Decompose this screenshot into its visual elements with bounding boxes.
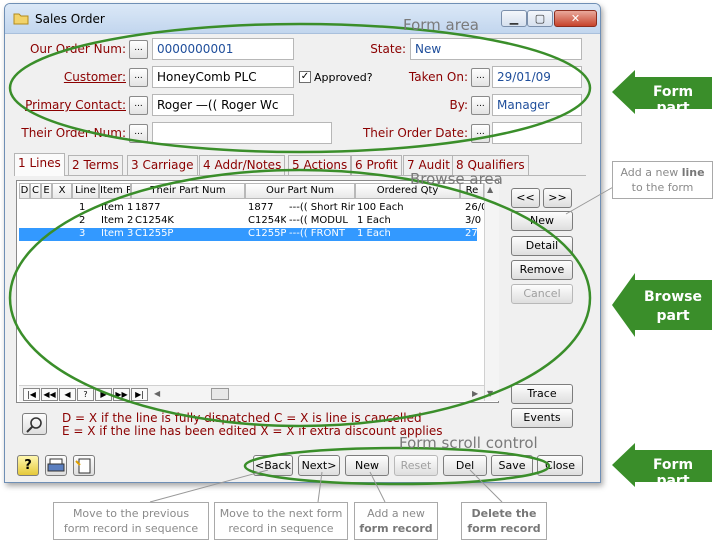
- annotation-overlay: [8, 22, 712, 503]
- callout-line-prev: [149, 469, 269, 503]
- form-area-title: Form area: [403, 16, 480, 34]
- callout-text: Move to the previous: [72, 507, 190, 520]
- callout-text: form record in sequence: [63, 522, 199, 535]
- callout-add-new-line: Add a new line to the form: [612, 161, 713, 199]
- callout-delete-record: Delete the form record: [461, 502, 547, 540]
- callout-text-bold: form record: [467, 522, 541, 535]
- form-area-ellipse: [8, 22, 592, 154]
- callout-text: Move to the next form: [219, 507, 343, 520]
- browse-part-label-1: Browse: [644, 289, 702, 305]
- scroll-control-ellipse: [243, 446, 551, 486]
- form-scroll-control-title: Form scroll control: [399, 434, 538, 452]
- callout-previous-record: Move to the previous form record in sequ…: [53, 502, 209, 540]
- form-part-label-top: Form part: [652, 84, 694, 116]
- callout-text: Add a new: [367, 507, 425, 520]
- callout-text: record in sequence: [228, 522, 334, 535]
- callout-text: to the form: [631, 181, 694, 194]
- callout-new-record: Add a new form record: [354, 502, 438, 540]
- browse-area-ellipse: [8, 168, 592, 428]
- callout-next-record: Move to the next form record in sequence: [214, 502, 348, 540]
- callout-text-bold: Delete the: [471, 507, 537, 520]
- callout-text: Add a new: [620, 166, 679, 179]
- callout-line-new-line: [565, 185, 616, 215]
- callout-text-bold: line: [681, 166, 705, 179]
- browse-area-title: Browse area: [410, 170, 503, 188]
- callout-line-new: [369, 471, 386, 503]
- callout-text-bold: form record: [359, 522, 433, 535]
- callout-line-next: [317, 471, 323, 503]
- form-part-label-bottom: Form part: [652, 457, 694, 489]
- browse-part-arrow: [612, 273, 712, 337]
- callout-line-del: [469, 469, 503, 503]
- browse-part-label-2: part: [656, 308, 690, 324]
